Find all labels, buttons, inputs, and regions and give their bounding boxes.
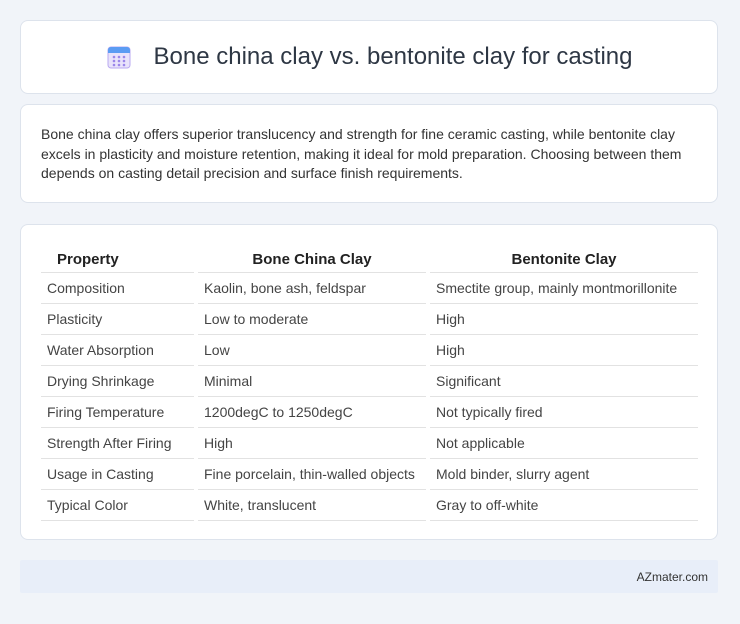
table-row: Typical Color White, translucent Gray to… — [41, 489, 698, 521]
table-cell: Low — [194, 334, 428, 366]
title-card: Bone china clay vs. bentonite clay for c… — [20, 20, 718, 94]
table-cell: 1200degC to 1250degC — [194, 396, 428, 428]
table-cell: White, translucent — [194, 489, 428, 521]
table-cell: High — [426, 303, 698, 335]
summary-text: Bone china clay offers superior transluc… — [41, 126, 682, 181]
page-title-text: Bone china clay vs. bentonite clay for c… — [153, 43, 633, 70]
table-cell: Not applicable — [426, 427, 698, 459]
calendar-icon — [107, 46, 131, 69]
table-cell: Smectite group, mainly montmorillonite — [426, 272, 698, 304]
table-cell: High — [194, 427, 428, 459]
table-cell: High — [426, 334, 698, 366]
table-cell: Gray to off-white — [426, 489, 698, 521]
table-row: Drying Shrinkage Minimal Significant — [41, 365, 698, 397]
footer-site-link[interactable]: AZmater.com — [637, 570, 708, 584]
table-cell: Plasticity — [41, 303, 196, 335]
column-header-property: Property — [41, 245, 196, 273]
table-row: Usage in Casting Fine porcelain, thin-wa… — [41, 458, 698, 490]
table-cell: Drying Shrinkage — [41, 365, 196, 397]
comparison-table: Property Bone China Clay Bentonite Clay … — [41, 245, 698, 521]
table-cell: Water Absorption — [41, 334, 196, 366]
table-cell: Kaolin, bone ash, feldspar — [194, 272, 428, 304]
table-cell: Composition — [41, 272, 196, 304]
page-title: Bone china clay vs. bentonite clay for c… — [106, 43, 633, 71]
table-row: Plasticity Low to moderate High — [41, 303, 698, 335]
table-row: Composition Kaolin, bone ash, feldspar S… — [41, 272, 698, 304]
table-cell: Fine porcelain, thin-walled objects — [194, 458, 428, 490]
table-cell: Significant — [426, 365, 698, 397]
table-row: Strength After Firing High Not applicabl… — [41, 427, 698, 459]
table-cell: Not typically fired — [426, 396, 698, 428]
table-cell: Minimal — [194, 365, 428, 397]
column-header-bentonite-clay: Bentonite Clay — [426, 245, 698, 273]
comparison-table-card: Property Bone China Clay Bentonite Clay … — [20, 224, 718, 540]
table-row: Firing Temperature 1200degC to 1250degC … — [41, 396, 698, 428]
table-cell: Mold binder, slurry agent — [426, 458, 698, 490]
table-cell: Usage in Casting — [41, 458, 196, 490]
table-row: Water Absorption Low High — [41, 334, 698, 366]
table-header-row: Property Bone China Clay Bentonite Clay — [41, 245, 698, 273]
column-header-bone-china-clay: Bone China Clay — [194, 245, 428, 273]
summary-card: Bone china clay offers superior transluc… — [20, 104, 718, 203]
table-cell: Low to moderate — [194, 303, 428, 335]
footer: AZmater.com — [20, 560, 718, 593]
table-cell: Firing Temperature — [41, 396, 196, 428]
table-cell: Typical Color — [41, 489, 196, 521]
table-cell: Strength After Firing — [41, 427, 196, 459]
